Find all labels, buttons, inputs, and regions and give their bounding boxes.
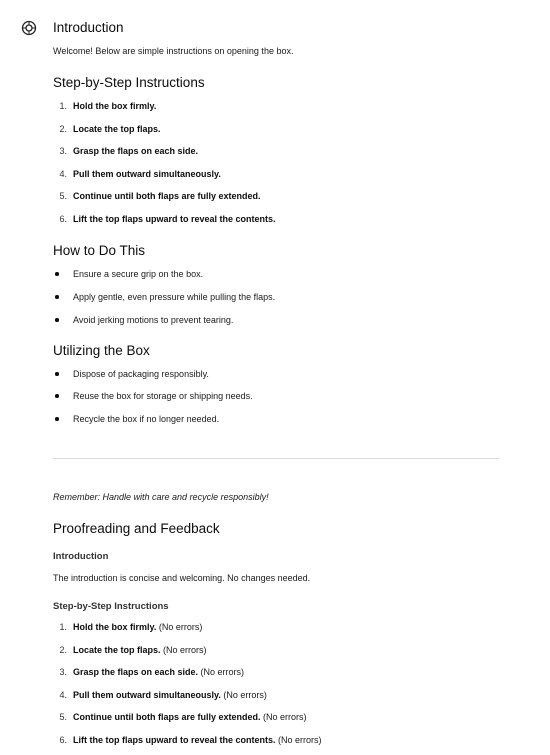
- list-item: 1. Hold the box firmly. (No errors): [59, 622, 203, 632]
- divider: [53, 458, 499, 459]
- proof-steps-label: Step-by-Step Instructions: [53, 601, 169, 612]
- list-item: 3. Grasp the flaps on each side. (No erro…: [59, 667, 245, 677]
- proof-heading: Proofreading and Feedback: [53, 521, 220, 536]
- howto-heading: How to Do This: [53, 243, 146, 258]
- bullet-item: Recycle the box if no longer needed.: [55, 414, 220, 424]
- list-item: 6. Lift the top flaps upward to reveal th…: [59, 735, 322, 745]
- intro-heading: Introduction: [53, 20, 124, 35]
- list-item: 2. Locate the top flaps.: [59, 124, 161, 134]
- proof-intro-label: Introduction: [53, 551, 109, 562]
- utilize-heading: Utilizing the Box: [53, 343, 150, 358]
- steps-heading: Step-by-Step Instructions: [53, 75, 205, 90]
- list-item: 2. Locate the top flaps. (No errors): [59, 645, 207, 655]
- bullet-item: Dispose of packaging responsibly.: [55, 369, 209, 379]
- list-item: 6. Lift the top flaps upward to reveal th…: [59, 214, 276, 224]
- bullet-item: Ensure a secure grip on the box.: [55, 269, 204, 279]
- bullet-item: Reuse the box for storage or shipping ne…: [55, 391, 253, 401]
- bullet-item: Avoid jerking motions to prevent tearing…: [55, 315, 234, 325]
- list-item: 4. Pull them outward simultaneously. (No …: [59, 690, 267, 700]
- list-item: 5. Continue until both flaps are fully ex…: [59, 712, 307, 722]
- bullet-item: Apply gentle, even pressure while pullin…: [55, 292, 276, 302]
- intro-text: Welcome! Below are simple instructions o…: [53, 46, 294, 56]
- openai-logo-icon: [21, 20, 37, 36]
- list-item: 1. Hold the box firmly.: [59, 101, 157, 111]
- list-item: 3. Grasp the flaps on each side.: [59, 146, 199, 156]
- list-item: 4. Pull them outward simultaneously.: [59, 169, 221, 179]
- list-item: 5. Continue until both flaps are fully ex…: [59, 191, 261, 201]
- remember-note: Remember: Handle with care and recycle r…: [53, 492, 269, 502]
- proof-intro-text: The introduction is concise and welcomin…: [53, 573, 311, 583]
